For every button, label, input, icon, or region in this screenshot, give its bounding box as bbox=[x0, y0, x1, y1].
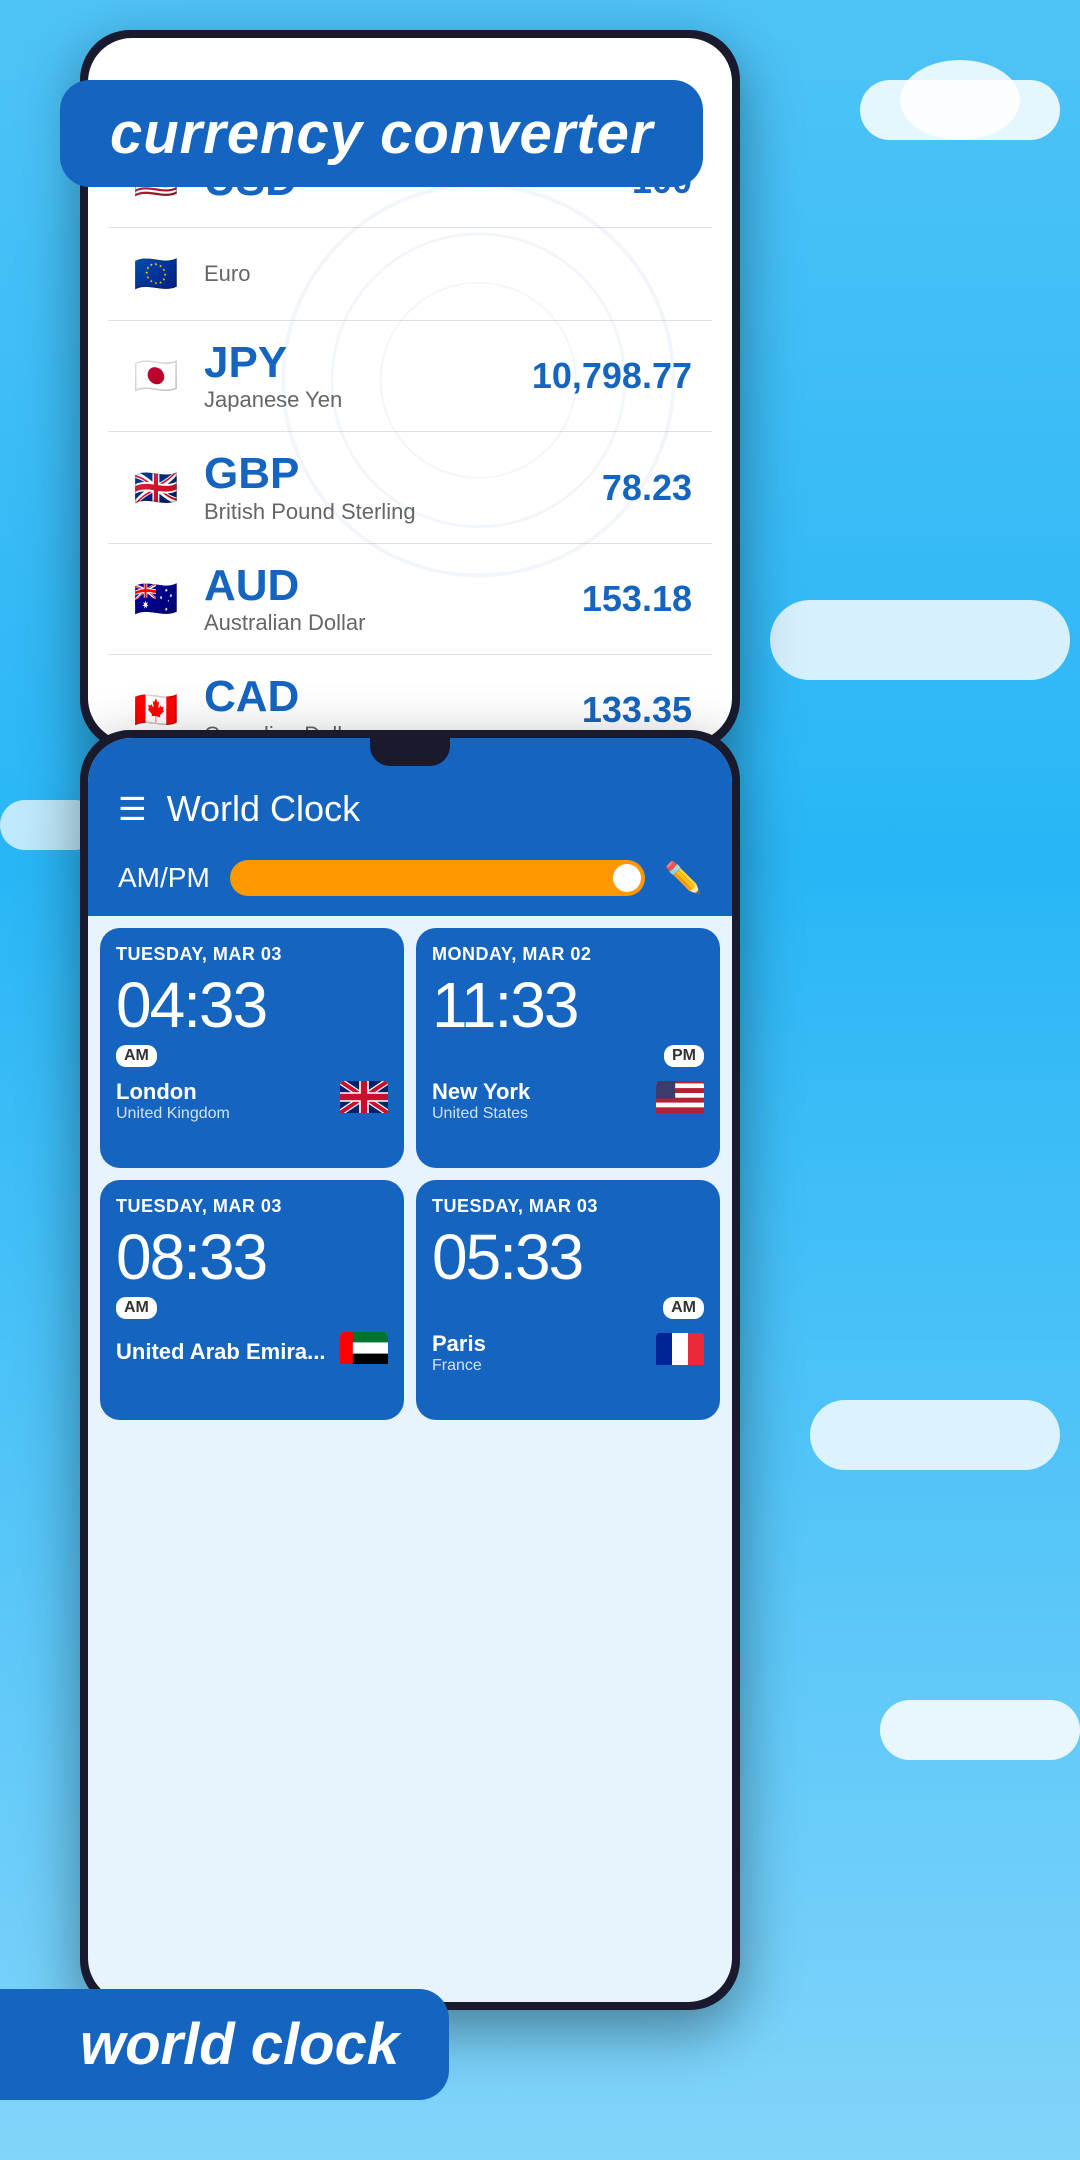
paris-footer: Paris France bbox=[432, 1331, 704, 1375]
cad-value: 133.35 bbox=[582, 689, 692, 731]
paris-ampm: AM bbox=[663, 1297, 704, 1319]
london-flag bbox=[340, 1080, 388, 1122]
currency-item-cad: 🇨🇦 CAD Canadian Dollar 133.35 bbox=[108, 655, 712, 742]
uae-footer: United Arab Emira... bbox=[116, 1331, 388, 1373]
newyork-footer: New York United States bbox=[432, 1079, 704, 1123]
jpy-info: JPY Japanese Yen bbox=[204, 339, 532, 413]
jpy-value: 10,798.77 bbox=[532, 355, 692, 397]
uae-location: United Arab Emira... bbox=[116, 1339, 325, 1365]
world-clock-subheader: AM/PM ✏️ bbox=[88, 850, 732, 916]
jpy-code: JPY bbox=[204, 339, 532, 387]
uae-ampm: AM bbox=[116, 1297, 157, 1319]
gbp-flag: 🇬🇧 bbox=[128, 460, 184, 516]
cloud-5 bbox=[880, 1700, 1080, 1760]
london-location: London United Kingdom bbox=[116, 1079, 230, 1123]
cloud-1 bbox=[860, 80, 1060, 140]
world-clock-title: World Clock bbox=[167, 788, 702, 830]
currency-item-jpy: 🇯🇵 JPY Japanese Yen 10,798.77 bbox=[108, 321, 712, 432]
paris-location: Paris France bbox=[432, 1331, 486, 1375]
hamburger-icon[interactable]: ☰ bbox=[118, 790, 147, 828]
london-date: TUESDAY, MAR 03 bbox=[116, 944, 388, 965]
toggle-knob bbox=[613, 864, 641, 892]
clock-grid: TUESDAY, MAR 03 04:33 AM London United K… bbox=[88, 916, 732, 1432]
paris-date: TUESDAY, MAR 03 bbox=[432, 1196, 704, 1217]
newyork-location: New York United States bbox=[432, 1079, 530, 1123]
currency-converter-banner: currency converter bbox=[60, 80, 703, 187]
jpy-name: Japanese Yen bbox=[204, 387, 532, 413]
aud-code: AUD bbox=[204, 562, 582, 610]
currency-list: 🇺🇸 USD 100 🇪🇺 Euro 🇯🇵 JPY Japanese Yen bbox=[88, 135, 732, 742]
uae-city: United Arab Emira... bbox=[116, 1339, 325, 1365]
eur-name: Euro bbox=[204, 261, 692, 287]
ampm-label: AM/PM bbox=[118, 862, 210, 894]
phone-notch bbox=[370, 738, 450, 766]
uae-time: 08:33 bbox=[116, 1225, 388, 1289]
gbp-value: 78.23 bbox=[602, 467, 692, 509]
jpy-flag: 🇯🇵 bbox=[128, 348, 184, 404]
paris-city: Paris bbox=[432, 1331, 486, 1357]
london-time: 04:33 bbox=[116, 973, 388, 1037]
aud-info: AUD Australian Dollar bbox=[204, 562, 582, 636]
newyork-time: 11:33 bbox=[432, 973, 704, 1037]
ampm-toggle[interactable] bbox=[230, 860, 645, 896]
clock-card-paris[interactable]: TUESDAY, MAR 03 05:33 AM Paris France bbox=[416, 1180, 720, 1420]
paris-country: France bbox=[432, 1357, 486, 1375]
aud-value: 153.18 bbox=[582, 578, 692, 620]
wc-banner-text: world clock bbox=[80, 2012, 399, 2077]
aud-flag: 🇦🇺 bbox=[128, 571, 184, 627]
london-ampm: AM bbox=[116, 1045, 157, 1067]
london-footer: London United Kingdom bbox=[116, 1079, 388, 1123]
uae-flag bbox=[340, 1331, 388, 1373]
currency-item-gbp: 🇬🇧 GBP British Pound Sterling 78.23 bbox=[108, 432, 712, 543]
london-city: London bbox=[116, 1079, 230, 1105]
world-clock-phone: ☰ World Clock AM/PM ✏️ TUESDAY, MAR 03 0… bbox=[80, 730, 740, 2010]
newyork-city: New York bbox=[432, 1079, 530, 1105]
cloud-4 bbox=[810, 1400, 1060, 1470]
cad-code: CAD bbox=[204, 673, 582, 721]
newyork-date: MONDAY, MAR 02 bbox=[432, 944, 704, 965]
eur-flag: 🇪🇺 bbox=[128, 246, 184, 302]
currency-item-eur: 🇪🇺 Euro bbox=[108, 228, 712, 321]
clock-card-newyork[interactable]: MONDAY, MAR 02 11:33 PM New York United … bbox=[416, 928, 720, 1168]
cloud-3 bbox=[770, 600, 1070, 680]
world-clock-screen: ☰ World Clock AM/PM ✏️ TUESDAY, MAR 03 0… bbox=[88, 738, 732, 2002]
newyork-country: United States bbox=[432, 1105, 530, 1123]
clock-card-london[interactable]: TUESDAY, MAR 03 04:33 AM London United K… bbox=[100, 928, 404, 1168]
currency-banner-text: currency converter bbox=[110, 101, 653, 166]
newyork-ampm: PM bbox=[664, 1045, 704, 1067]
uae-date: TUESDAY, MAR 03 bbox=[116, 1196, 388, 1217]
aud-name: Australian Dollar bbox=[204, 610, 582, 636]
eur-info: Euro bbox=[204, 261, 692, 287]
currency-item-aud: 🇦🇺 AUD Australian Dollar 153.18 bbox=[108, 544, 712, 655]
gbp-name: British Pound Sterling bbox=[204, 499, 602, 525]
newyork-flag bbox=[656, 1080, 704, 1122]
paris-flag bbox=[656, 1332, 704, 1374]
gbp-info: GBP British Pound Sterling bbox=[204, 450, 602, 524]
world-clock-banner: world clock bbox=[0, 1989, 449, 2100]
clock-card-uae[interactable]: TUESDAY, MAR 03 08:33 AM United Arab Emi… bbox=[100, 1180, 404, 1420]
gbp-code: GBP bbox=[204, 450, 602, 498]
edit-icon[interactable]: ✏️ bbox=[665, 861, 702, 896]
london-country: United Kingdom bbox=[116, 1105, 230, 1123]
paris-time: 05:33 bbox=[432, 1225, 704, 1289]
